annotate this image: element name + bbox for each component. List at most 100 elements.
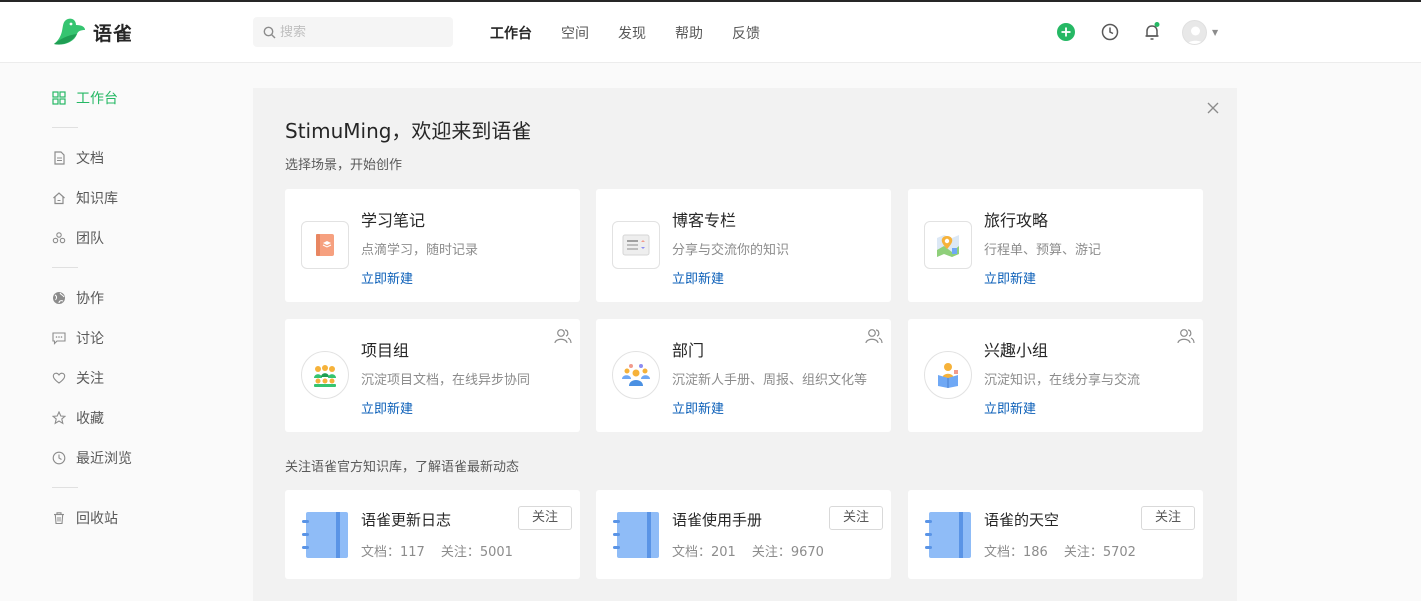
search-box[interactable] xyxy=(253,17,453,47)
repo-card-sky[interactable]: 语雀的天空 文档：186 关注：5702 关注 xyxy=(908,490,1203,579)
repo-card-changelog[interactable]: 语雀更新日志 文档：117 关注：5001 关注 xyxy=(285,490,580,579)
follow-section-title: 关注语雀官方知识库，了解语雀最新动态 xyxy=(285,460,520,475)
nav-workbench[interactable]: 工作台 xyxy=(490,23,532,43)
scene-desc: 沉淀新人手册、周报、组织文化等 xyxy=(672,373,868,388)
nav-feedback[interactable]: 反馈 xyxy=(732,23,760,43)
search-input[interactable] xyxy=(280,24,440,40)
sidebar-item-docs[interactable]: 文档 xyxy=(52,148,192,168)
sidebar-item-recent[interactable]: 最近浏览 xyxy=(52,448,192,468)
yuque-logo-icon xyxy=(54,18,85,45)
trash-icon xyxy=(54,512,64,525)
top-nav: 工作台 空间 发现 帮助 反馈 xyxy=(490,2,789,63)
scene-title: 兴趣小组 xyxy=(984,341,1049,360)
docs-label: 文档： xyxy=(984,545,1024,560)
nav-help[interactable]: 帮助 xyxy=(675,23,703,43)
map-pin-icon xyxy=(924,221,972,269)
sidebar-item-favorites[interactable]: 收藏 xyxy=(52,408,192,428)
bell-icon[interactable] xyxy=(1142,22,1162,42)
sidebar-item-workbench[interactable]: 工作台 xyxy=(52,88,192,108)
scene-desc: 沉淀知识，在线分享与交流 xyxy=(984,373,1141,388)
clock-icon[interactable] xyxy=(1100,22,1120,42)
docs-count: 201 xyxy=(711,545,736,560)
scene-desc: 行程单、预算、游记 xyxy=(984,243,1102,258)
onboarding-panel: StimuMing，欢迎来到语雀 选择场景，开始创作 学习笔记 点滴学习，随时记… xyxy=(253,88,1237,601)
project-team-icon xyxy=(301,351,349,399)
sidebar-item-label: 关注 xyxy=(76,371,104,387)
clock-icon xyxy=(52,451,66,465)
scene-card-project[interactable]: 项目组 沉淀项目文档，在线异步协同 立即新建 xyxy=(285,319,580,432)
scene-card-study-notes[interactable]: 学习笔记 点滴学习，随时记录 立即新建 xyxy=(285,189,580,302)
scene-desc: 分享与交流你的知识 xyxy=(672,243,790,258)
follow-button[interactable]: 关注 xyxy=(829,506,883,530)
scene-card-travel[interactable]: 旅行攻略 行程单、预算、游记 立即新建 xyxy=(908,189,1203,302)
scene-title: 旅行攻略 xyxy=(984,211,1049,230)
team-icon xyxy=(52,232,66,244)
repo-card-manual[interactable]: 语雀使用手册 文档：201 关注：9670 关注 xyxy=(596,490,891,579)
sidebar-item-label: 最近浏览 xyxy=(76,451,132,467)
scene-desc: 点滴学习，随时记录 xyxy=(361,243,479,258)
sidebar-item-team[interactable]: 团队 xyxy=(52,228,192,248)
create-link[interactable]: 立即新建 xyxy=(672,268,724,287)
chevron-down-icon: ▼ xyxy=(1212,28,1219,37)
close-icon[interactable] xyxy=(1205,100,1221,116)
sidebar-item-label: 文档 xyxy=(76,151,104,167)
sidebar-item-label: 回收站 xyxy=(76,511,118,527)
user-menu[interactable]: ▼ xyxy=(1182,20,1218,45)
search-icon xyxy=(263,26,276,38)
sidebar: 工作台 文档 知识库 团队 协作 讨论 关注 收藏 最近浏览 回收站 xyxy=(52,88,192,548)
globe-icon xyxy=(53,292,65,304)
create-link[interactable]: 立即新建 xyxy=(361,398,413,417)
repo-stats: 文档：201 关注：9670 xyxy=(672,541,824,560)
scene-card-interest-group[interactable]: 兴趣小组 沉淀知识，在线分享与交流 立即新建 xyxy=(908,319,1203,432)
sidebar-item-label: 讨论 xyxy=(76,331,104,347)
sidebar-item-label: 团队 xyxy=(76,231,104,247)
star-icon xyxy=(52,411,66,425)
docs-count: 117 xyxy=(400,545,425,560)
team-icon xyxy=(554,329,572,344)
follows-label: 关注： xyxy=(1063,545,1103,560)
book-icon xyxy=(925,512,971,558)
scene-title: 博客专栏 xyxy=(672,211,737,230)
create-link[interactable]: 立即新建 xyxy=(984,398,1036,417)
sidebar-item-label: 工作台 xyxy=(76,91,118,107)
sidebar-item-following[interactable]: 关注 xyxy=(52,368,192,388)
heart-icon xyxy=(52,372,66,384)
follows-count: 5001 xyxy=(479,545,513,560)
welcome-title: StimuMing，欢迎来到语雀 xyxy=(285,119,532,143)
follows-count: 5702 xyxy=(1102,545,1136,560)
user-silhouette-icon xyxy=(1186,26,1205,44)
scene-title: 项目组 xyxy=(361,341,410,360)
logo[interactable]: 语雀 xyxy=(52,17,133,47)
scene-desc: 沉淀项目文档，在线异步协同 xyxy=(361,373,531,388)
nav-discover[interactable]: 发现 xyxy=(618,23,646,43)
divider xyxy=(52,127,78,128)
repo-stats: 文档：117 关注：5001 xyxy=(361,541,513,560)
scene-card-department[interactable]: 部门 沉淀新人手册、周报、组织文化等 立即新建 xyxy=(596,319,891,432)
scene-title: 部门 xyxy=(672,341,705,360)
sidebar-item-label: 知识库 xyxy=(76,191,118,207)
scene-card-blog[interactable]: 博客专栏 分享与交流你的知识 立即新建 xyxy=(596,189,891,302)
header: 语雀 工作台 空间 发现 帮助 反馈 ▼ xyxy=(0,2,1421,63)
follows-label: 关注： xyxy=(751,545,791,560)
create-link[interactable]: 立即新建 xyxy=(984,268,1036,287)
repo-stats: 文档：186 关注：5702 xyxy=(984,541,1136,560)
avatar xyxy=(1182,20,1207,45)
sidebar-item-collaboration[interactable]: 协作 xyxy=(52,288,192,308)
sidebar-item-label: 收藏 xyxy=(76,411,104,427)
create-link[interactable]: 立即新建 xyxy=(361,268,413,287)
create-link[interactable]: 立即新建 xyxy=(672,398,724,417)
nav-space[interactable]: 空间 xyxy=(561,23,589,43)
notebook-icon xyxy=(301,221,349,269)
follow-button[interactable]: 关注 xyxy=(518,506,572,530)
sidebar-item-trash[interactable]: 回收站 xyxy=(52,508,192,528)
sidebar-item-discussion[interactable]: 讨论 xyxy=(52,328,192,348)
scene-title: 学习笔记 xyxy=(361,211,426,230)
docs-label: 文档： xyxy=(361,545,401,560)
docs-count: 186 xyxy=(1023,545,1048,560)
plus-circle-icon[interactable] xyxy=(1056,22,1076,42)
follow-button[interactable]: 关注 xyxy=(1141,506,1195,530)
repo-title: 语雀更新日志 xyxy=(361,511,452,529)
sidebar-item-knowledge-base[interactable]: 知识库 xyxy=(52,188,192,208)
interest-group-icon xyxy=(924,351,972,399)
blog-icon xyxy=(612,221,660,269)
